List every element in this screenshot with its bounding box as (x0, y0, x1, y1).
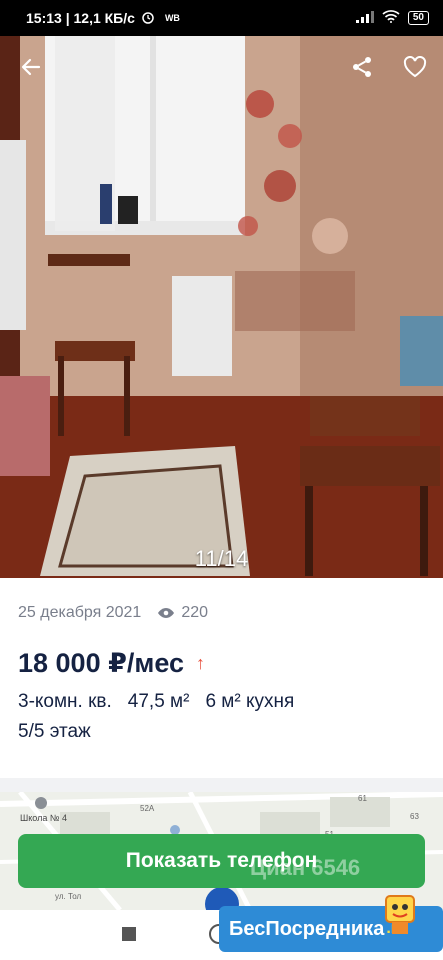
share-icon (353, 57, 371, 77)
photo-counter: 11/14 (194, 546, 249, 571)
map-number-2: 61 (358, 794, 367, 803)
eye-icon (158, 608, 175, 618)
listing-info: 25 декабря 2021 220 18 000 ₽/мес ↑ 3-ком… (0, 578, 443, 778)
show-phone-button[interactable]: Показать телефон (18, 834, 425, 888)
map-number-6: 63 (410, 812, 419, 821)
watermark: Циан 6546 (250, 855, 361, 880)
wb-label: WB (164, 13, 180, 23)
views-counter: 220 (157, 604, 208, 622)
kitchen-area: 6 м² кухня (205, 691, 295, 712)
rooms: 3-комн. кв. (18, 691, 112, 712)
price-up-arrow-icon[interactable]: ↑ (196, 653, 205, 674)
signal-icon (355, 10, 374, 26)
map-street-label: ул. Тол (55, 892, 82, 901)
favorite-button[interactable] (398, 50, 432, 84)
publish-date: 25 декабря 2021 (18, 604, 142, 621)
room-photo (0, 36, 443, 578)
listing-photo[interactable]: 11/14 (0, 36, 443, 578)
apartment-params: 3-комн. кв. 47,5 м² 6 м² кухня (18, 691, 425, 713)
badge-text: БесПосредника (229, 917, 385, 940)
floor: 5/5 этаж (18, 721, 91, 742)
battery-indicator: 50 (407, 11, 429, 25)
share-button[interactable] (345, 50, 379, 84)
heart-icon (403, 56, 427, 78)
status-bar: 15:13 | 12,1 КБ/с WB 50 (0, 0, 443, 36)
wifi-icon (382, 10, 400, 26)
total-area: 47,5 м² (127, 691, 190, 712)
back-button[interactable] (14, 50, 48, 84)
back-arrow-icon (21, 58, 41, 76)
map-school-label: Школа № 4 (20, 813, 68, 823)
price: 18 000 ₽/мес (18, 648, 185, 678)
mascot-icon (385, 895, 415, 934)
recents-nav-icon[interactable] (122, 927, 136, 941)
map-number-1: 52А (140, 804, 155, 813)
section-divider (0, 778, 443, 792)
status-time-speed: 15:13 | 12,1 КБ/с (26, 10, 135, 26)
alarm-icon (141, 10, 155, 27)
views-count: 220 (181, 604, 209, 621)
